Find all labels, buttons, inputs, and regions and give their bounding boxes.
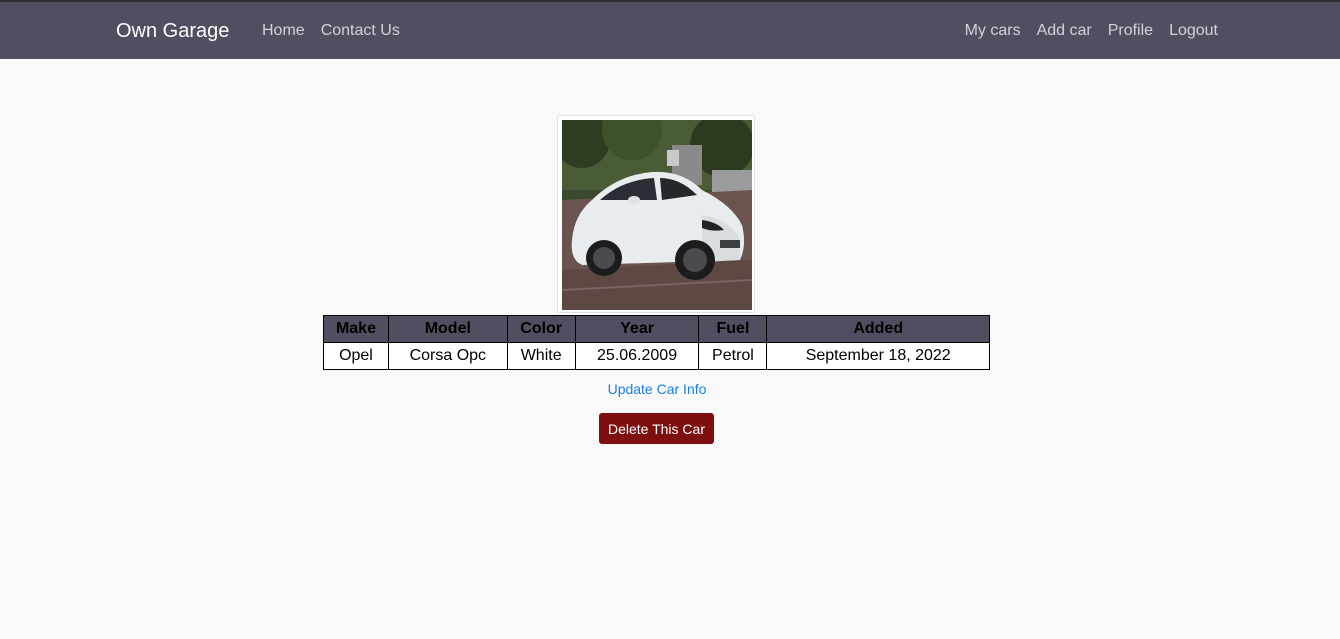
nav-home-link[interactable]: Home (254, 21, 313, 41)
cell-make: Opel (323, 342, 389, 370)
nav-profile-link[interactable]: Profile (1100, 21, 1161, 41)
header-year: Year (574, 315, 700, 343)
nav-my-cars-link[interactable]: My cars (957, 21, 1029, 41)
header-model: Model (387, 315, 508, 343)
navbar: Own Garage Home Contact Us My cars Add c… (0, 2, 1340, 59)
brand-link[interactable]: Own Garage (116, 20, 229, 42)
cell-model: Corsa Opc (387, 342, 508, 370)
nav-add-car-link[interactable]: Add car (1029, 21, 1100, 41)
car-details-table: Make Model Color Year Fuel Added Opel Co… (323, 315, 990, 370)
cell-color: White (506, 342, 576, 370)
header-color: Color (506, 315, 576, 343)
cell-added: September 18, 2022 (766, 342, 990, 370)
update-car-info-link[interactable]: Update Car Info (608, 381, 707, 397)
cell-year: 25.06.2009 (574, 342, 700, 370)
cell-fuel: Petrol (698, 342, 768, 370)
update-link-row: Update Car Info (0, 381, 1314, 397)
header-fuel: Fuel (698, 315, 768, 343)
header-make: Make (323, 315, 389, 343)
nav-logout-link[interactable]: Logout (1161, 21, 1226, 41)
table-header-row: Make Model Color Year Fuel Added (323, 315, 990, 343)
table-row: Opel Corsa Opc White 25.06.2009 Petrol S… (323, 342, 990, 370)
nav-right: My cars Add car Profile Logout (957, 21, 1226, 41)
car-photo (557, 115, 755, 313)
nav-contact-link[interactable]: Contact Us (313, 21, 408, 41)
delete-car-button[interactable]: Delete This Car (599, 413, 714, 444)
car-image (562, 120, 752, 310)
nav-left: Home Contact Us (254, 21, 408, 41)
header-added: Added (766, 315, 990, 343)
